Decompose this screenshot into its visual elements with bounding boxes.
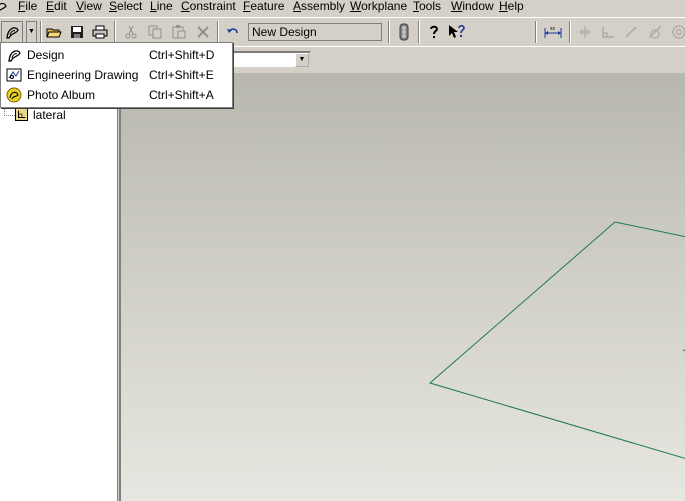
- menu-view[interactable]: View: [74, 0, 104, 15]
- menu-tools[interactable]: Tools: [411, 0, 443, 15]
- dimension-icon[interactable]: xx: [542, 21, 564, 43]
- menu-select[interactable]: Select: [107, 0, 144, 15]
- menu-assembly[interactable]: Assembly: [291, 0, 347, 15]
- circle-icon: [667, 21, 685, 43]
- menu-item-shortcut: Ctrl+Shift+A: [149, 88, 214, 102]
- cut-icon: [120, 21, 142, 43]
- menu-item-design[interactable]: Design Ctrl+Shift+D: [2, 45, 232, 65]
- toolbar-separator: [418, 21, 420, 43]
- undo-icon[interactable]: [222, 21, 244, 43]
- line-icon: [620, 21, 642, 43]
- context-help-icon[interactable]: [446, 21, 468, 43]
- sketch-canvas[interactable]: [121, 73, 685, 501]
- print-icon[interactable]: [89, 21, 111, 43]
- copy-icon: [144, 21, 166, 43]
- menu-item-label: Design: [27, 48, 65, 62]
- open-folder-icon[interactable]: [43, 21, 65, 43]
- design-name-field: New Design: [248, 23, 382, 41]
- design-tree-panel: lateral: [0, 73, 118, 501]
- design-viewport[interactable]: [119, 73, 685, 501]
- new-design-icon[interactable]: [1, 21, 23, 43]
- tangent-icon: [644, 21, 666, 43]
- toolbar-separator: [40, 21, 42, 43]
- toolbar-separator: [114, 21, 116, 43]
- svg-text:xx: xx: [550, 26, 556, 32]
- menu-feature[interactable]: Feature: [241, 0, 286, 15]
- menu-item-engineering-drawing[interactable]: Engineering Drawing Ctrl+Shift+E: [2, 65, 232, 85]
- new-document-menu: Design Ctrl+Shift+D Engineering Drawing …: [0, 42, 233, 108]
- toolbar-separator: [569, 21, 571, 43]
- chevron-down-icon[interactable]: ▼: [295, 53, 309, 67]
- toolbar-separator: [217, 21, 219, 43]
- tree-item-label: lateral: [33, 108, 66, 122]
- new-dropdown-arrow[interactable]: ▼: [26, 21, 37, 43]
- workplane-combo[interactable]: ▼: [232, 51, 311, 69]
- save-icon[interactable]: [66, 21, 88, 43]
- engineering-drawing-icon: [6, 68, 22, 82]
- delete-icon: [192, 21, 214, 43]
- design-icon: [8, 50, 21, 62]
- help-icon[interactable]: [423, 21, 445, 43]
- menu-help[interactable]: Help: [497, 0, 526, 15]
- toolbar-separator: [388, 21, 390, 43]
- menu-item-label: Photo Album: [27, 88, 96, 102]
- menu-item-shortcut: Ctrl+Shift+E: [149, 68, 214, 82]
- menu-item-label: Engineering Drawing: [27, 68, 139, 82]
- menu-line[interactable]: Line: [148, 0, 175, 15]
- photo-album-icon: [6, 87, 22, 103]
- menu-workplane[interactable]: Workplane: [348, 0, 409, 15]
- toolbar-separator: [535, 21, 537, 43]
- menu-window[interactable]: Window: [449, 0, 496, 15]
- tree-item-lateral[interactable]: lateral: [0, 106, 117, 124]
- menu-edit[interactable]: Edit: [44, 0, 69, 15]
- traffic-light-icon[interactable]: [393, 21, 415, 43]
- sketch-workplane-outline[interactable]: [428, 221, 685, 459]
- menu-bar: File Edit View Select Line Constraint Fe…: [0, 0, 685, 15]
- constraint-icon: [574, 21, 596, 43]
- paste-icon: [168, 21, 190, 43]
- perpendicular-icon: [597, 21, 619, 43]
- app-icon[interactable]: [0, 0, 8, 14]
- menu-file[interactable]: File: [16, 0, 39, 15]
- menu-item-shortcut: Ctrl+Shift+D: [149, 48, 215, 62]
- menu-constraint[interactable]: Constraint: [179, 0, 238, 15]
- menu-item-photo-album[interactable]: Photo Album Ctrl+Shift+A: [2, 85, 232, 105]
- workplane-icon: [15, 108, 28, 121]
